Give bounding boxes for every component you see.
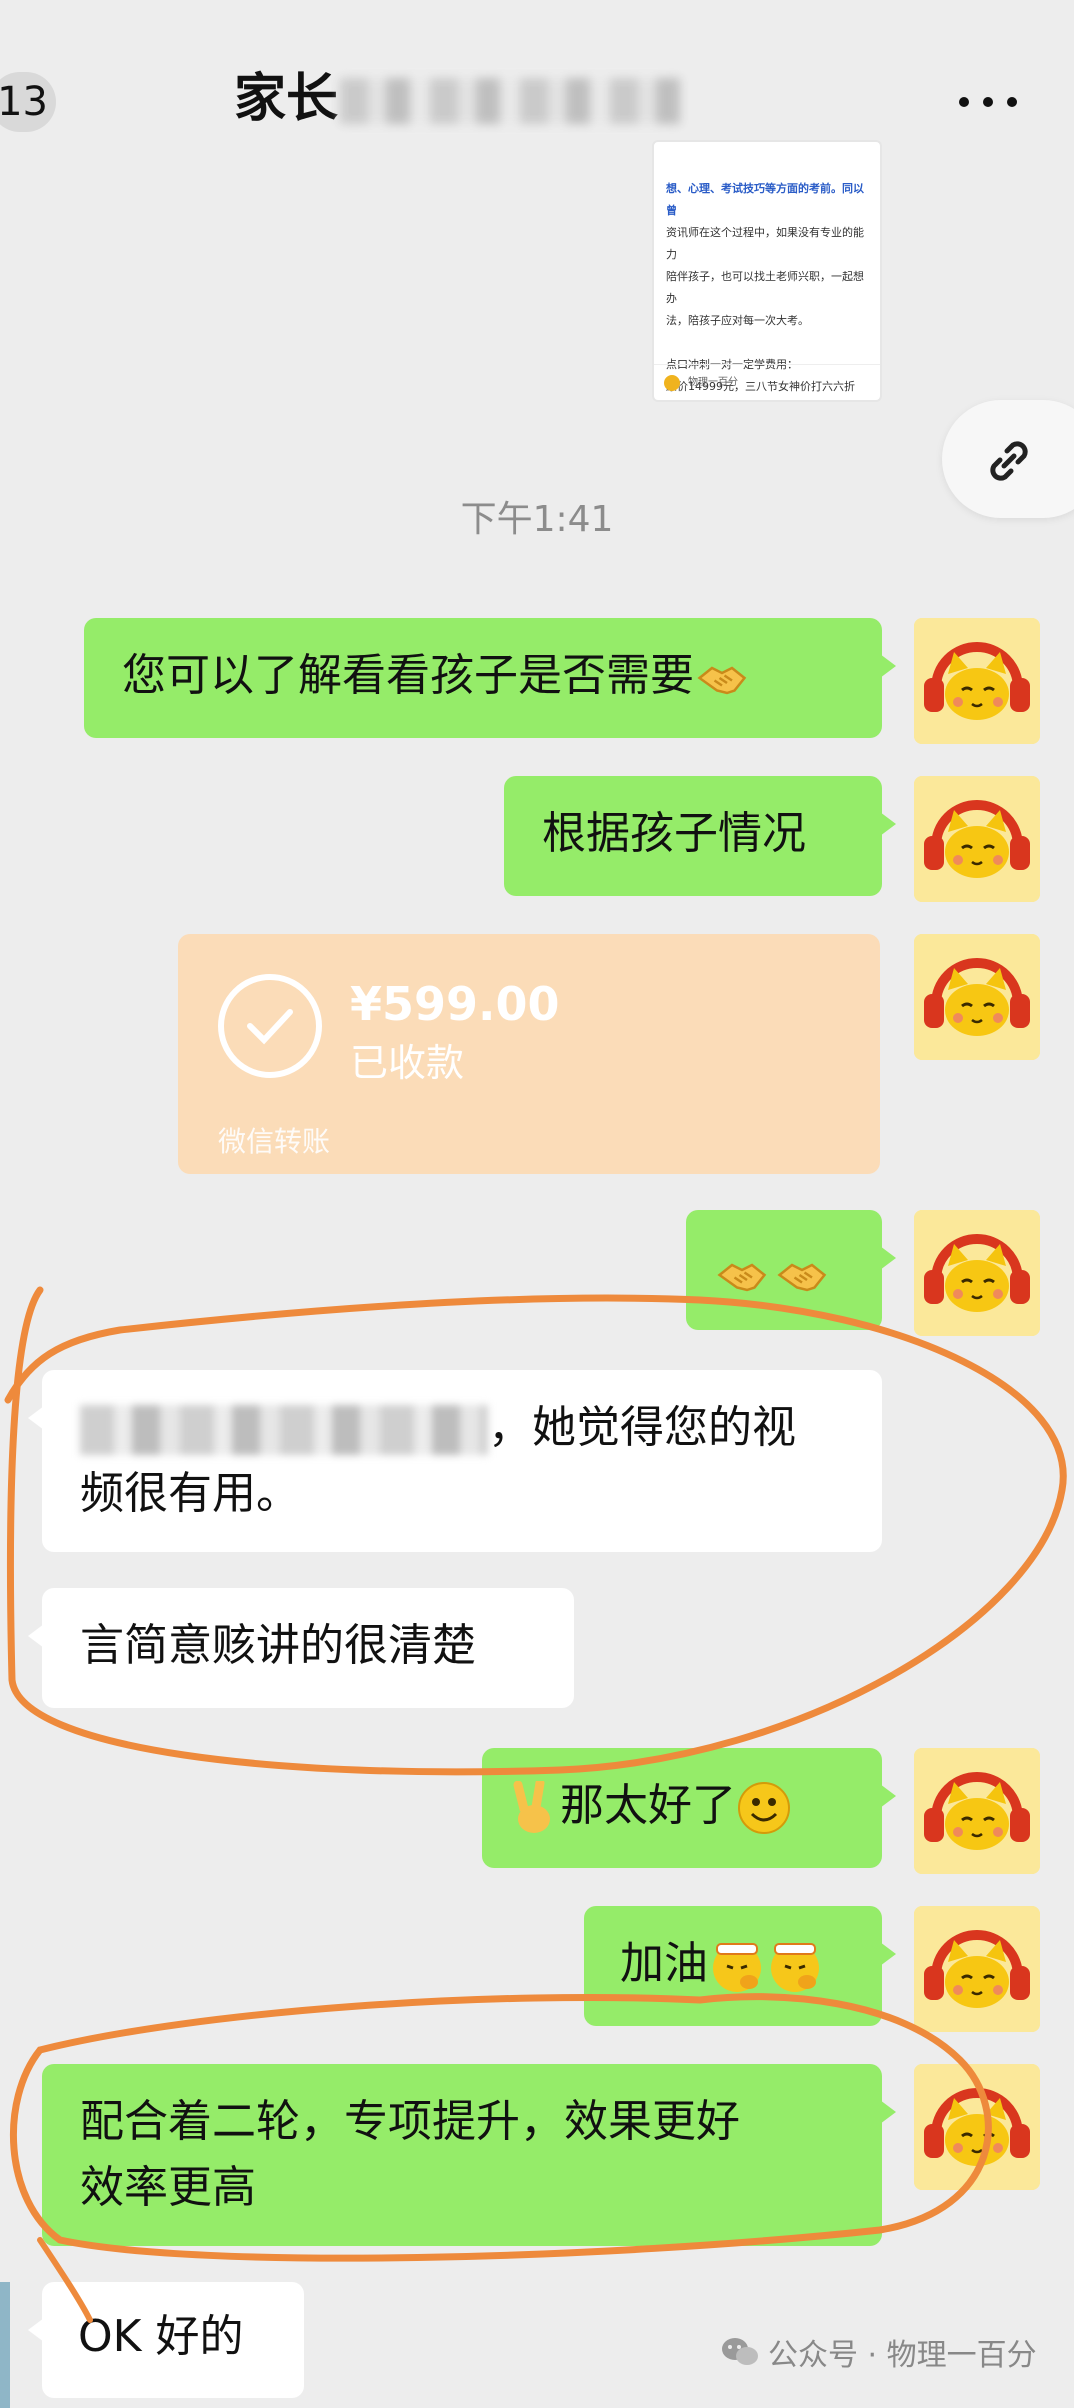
incoming-message[interactable]: ，她觉得您的视 频很有用。	[28, 1370, 882, 1552]
my-avatar[interactable]	[914, 2064, 1040, 2190]
back-unread-count[interactable]: 13	[0, 72, 56, 132]
my-avatar[interactable]	[914, 776, 1040, 902]
annotation-overlay	[4, 1286, 1067, 2323]
my-avatar[interactable]	[914, 618, 1040, 744]
article-author: 物理一百分	[688, 376, 738, 388]
my-avatar[interactable]	[914, 1210, 1040, 1336]
watermark-text: 公众号 · 物理一百分	[768, 2338, 1037, 2373]
my-avatar[interactable]	[914, 1906, 1040, 2032]
message-text: ，她觉得您的视	[488, 1402, 796, 1453]
transfer-label: 微信转账	[218, 1125, 331, 1158]
incoming-message[interactable]: OK 好的	[28, 2282, 304, 2398]
handshake-emoji-icon	[772, 1250, 832, 1300]
salute-emoji-icon	[713, 1943, 761, 1992]
victory-hand-emoji-icon	[513, 1781, 550, 1833]
message-text: 加油	[620, 1938, 708, 1989]
outgoing-message[interactable]: 根据孩子情况	[504, 776, 896, 896]
outgoing-message[interactable]: 那太好了	[482, 1748, 896, 1868]
author-avatar	[664, 374, 680, 391]
wechat-transfer-card[interactable]: ¥599.00 已收款 微信转账	[178, 934, 880, 1174]
article-footer: 物理一百分	[654, 364, 880, 400]
message-text: 配合着二轮，专项提升，效果更好	[80, 2096, 740, 2147]
outgoing-message[interactable]: 您可以了解看看孩子是否需要	[84, 618, 896, 738]
transfer-amount: ¥599.00	[350, 977, 560, 1031]
message-text: OK 好的	[78, 2311, 244, 2362]
my-avatar[interactable]	[914, 934, 1040, 1060]
outgoing-message[interactable]: 配合着二轮，专项提升，效果更好 效率更高	[42, 2064, 896, 2246]
smile-emoji-icon	[738, 1782, 790, 1834]
salute-emoji-icon	[771, 1943, 819, 1992]
article-line	[666, 332, 868, 354]
message-text: 言简意赅讲的很清楚	[80, 1620, 476, 1671]
my-avatar[interactable]	[914, 1748, 1040, 1874]
watermark: 公众号 · 物理一百分	[720, 2330, 1037, 2374]
title-redaction	[340, 78, 680, 124]
chat-title: 家长	[234, 69, 339, 129]
outgoing-message[interactable]: 加油	[584, 1906, 896, 2026]
article-line: 陪伴孩子，也可以找土老师兴职，一起想办	[666, 270, 864, 305]
message-text: 效率更高	[80, 2162, 256, 2213]
message-text: 根据孩子情况	[542, 808, 806, 859]
message-text: 您可以了解看看孩子是否需要	[122, 650, 694, 701]
contact-avatar[interactable]	[0, 2282, 10, 2408]
check-circle-icon	[218, 974, 322, 1078]
message-timestamp: 下午1:41	[460, 499, 614, 540]
incoming-message[interactable]: 言简意赅讲的很清楚	[28, 1588, 574, 1708]
handshake-emoji-icon	[694, 653, 750, 703]
handshake-emoji-icon	[712, 1250, 772, 1300]
transfer-status: 已收款	[350, 1041, 465, 1085]
outgoing-message[interactable]	[686, 1210, 896, 1330]
message-text: 那太好了	[560, 1780, 736, 1831]
link-icon	[990, 441, 1028, 481]
redacted-text	[80, 1405, 488, 1455]
article-line: 法，陪孩子应对每一次大考。	[666, 314, 809, 327]
shared-article-card[interactable]: 想、心理、考试技巧等方面的考前。同以曾 资讯师在这个过程中，如果没有专业的能力 …	[652, 140, 882, 402]
article-line: 资讯师在这个过程中，如果没有专业的能力	[666, 226, 864, 261]
more-dots-icon[interactable]	[956, 82, 1020, 122]
article-line: 想、心理、考试技巧等方面的考前。同以曾	[666, 182, 864, 217]
message-text: 频很有用。	[80, 1468, 300, 1519]
wechat-icon	[722, 2338, 758, 2365]
